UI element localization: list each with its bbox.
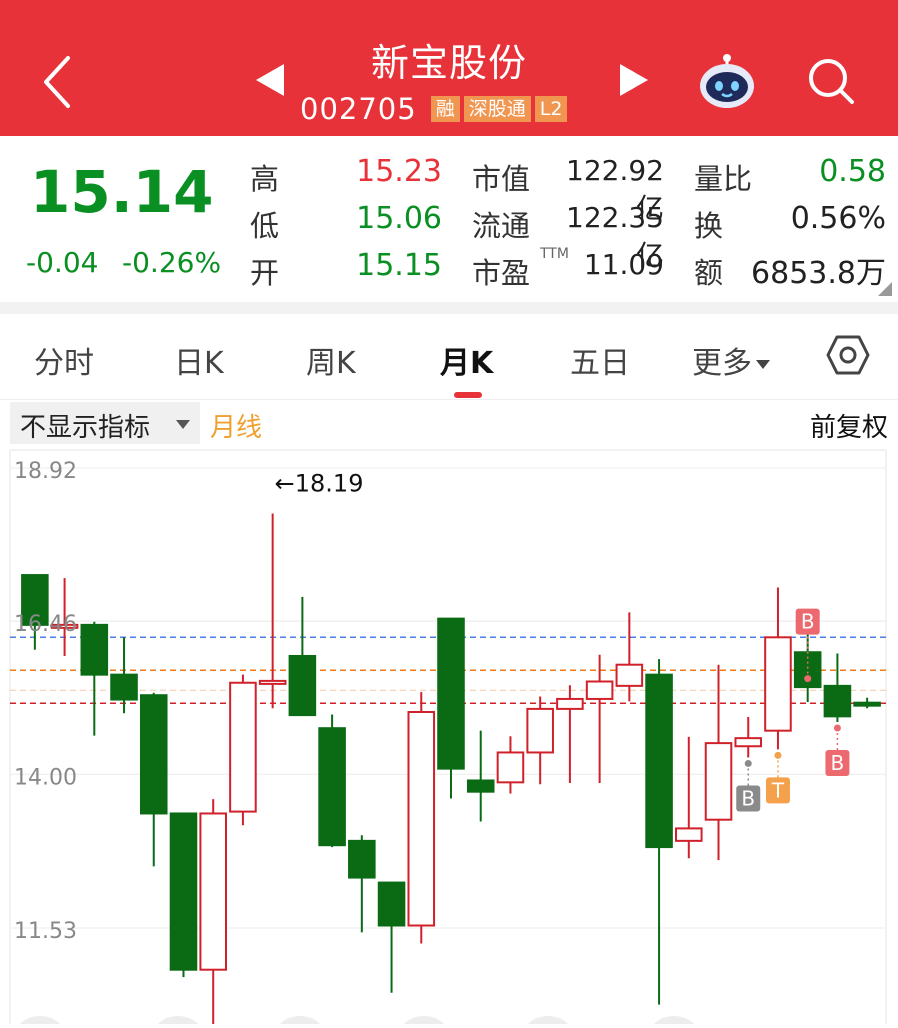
bottom-control-button (524, 1016, 572, 1028)
price-change: -0.04 (26, 246, 99, 279)
candle-body (823, 684, 852, 718)
signal-badge-label: B (741, 786, 755, 810)
candle-body (615, 663, 644, 687)
y-axis-tick-label: 18.92 (14, 459, 77, 484)
pe-value: 11.09 (583, 248, 664, 281)
max-price-label: ←18.19 (275, 469, 364, 497)
price-change-percent: -0.26% (122, 246, 222, 279)
candle-body (704, 742, 733, 821)
margin-tag: 融 (430, 96, 460, 122)
high-label: 高 (250, 162, 280, 196)
section-divider (0, 302, 898, 314)
indicator-select[interactable]: 不显示指标 (10, 402, 200, 444)
candle-body (466, 779, 495, 793)
stock-code: 002705 (300, 92, 417, 126)
search-icon[interactable] (806, 56, 856, 106)
y-axis-tick-label: 14.00 (14, 765, 77, 790)
bottom-control-button (400, 1016, 448, 1028)
candle-body (258, 679, 287, 685)
signal-dot (774, 751, 782, 759)
candle-body (139, 694, 168, 815)
bottom-control-button (16, 1016, 64, 1028)
tab-five-day[interactable]: 五日 (570, 338, 630, 382)
candle-body (526, 707, 554, 754)
tab-monthly-k[interactable]: 月K (440, 338, 493, 382)
stock-name: 新宝股份 (370, 41, 527, 85)
candle-body (348, 839, 376, 879)
app-header: 新宝股份 002705 融 深股通 L2 (0, 0, 898, 136)
candle-body (734, 737, 763, 748)
high-value: 15.23 (356, 154, 442, 189)
chart-toolbar: 不显示指标 月线 前复权 (0, 400, 898, 448)
kline-chart[interactable]: ←18.1918.9216.4614.0011.53B TBB (0, 448, 898, 1028)
stock-subline: 002705 融 深股通 L2 (300, 92, 568, 126)
prev-stock-arrow-icon[interactable] (256, 64, 284, 96)
tab-daily-k[interactable]: 日K (174, 338, 224, 382)
ttm-superscript: TTM (540, 246, 569, 262)
last-price: 15.14 (30, 158, 214, 226)
active-tab-indicator (454, 392, 482, 398)
kline-chart-area[interactable]: ←18.19 18.92 16.46 14.00 11.53 B T B B (0, 448, 898, 1028)
signal-badge-label: T (771, 778, 785, 802)
low-value: 15.06 (356, 201, 442, 236)
line-type-label[interactable]: 月线 (210, 407, 262, 444)
robot-assistant-icon[interactable] (698, 54, 756, 110)
tab-more[interactable]: 更多 (692, 338, 770, 382)
candle-body (437, 617, 465, 770)
turnover-label: 换 (694, 209, 724, 243)
float-cap-label: 流通 (472, 209, 531, 243)
amount-value: 6853.8万 (751, 256, 886, 291)
pe-label: 市盈 (472, 256, 531, 290)
indicator-select-label: 不显示指标 (20, 413, 151, 443)
next-stock-arrow-icon[interactable] (620, 64, 648, 96)
candle-body (556, 697, 584, 710)
amount-label: 额 (694, 256, 724, 290)
tab-more-label: 更多 (692, 346, 752, 381)
candle-body (318, 727, 346, 847)
caret-down-icon (176, 420, 190, 429)
quote-panel: 15.14 -0.04 -0.26% 高 15.23 低 15.06 开 15.… (0, 136, 898, 302)
connect-tag: 深股通 (463, 96, 531, 122)
price-adjust-option[interactable]: 前复权 (810, 407, 888, 444)
candle-body (377, 881, 406, 927)
bottom-control-button (650, 1016, 698, 1028)
expand-corner-icon[interactable] (878, 282, 892, 296)
tab-weekly-k[interactable]: 周K (306, 338, 356, 382)
signal-badge-label: B (831, 751, 845, 775)
candle-body (288, 654, 317, 717)
bottom-control-button (276, 1016, 324, 1028)
y-axis-tick-label: 11.53 (14, 919, 77, 944)
bottom-control-button (154, 1016, 202, 1028)
candle-body (853, 701, 881, 707)
tab-intraday[interactable]: 分时 (34, 338, 94, 382)
candle-body (585, 680, 614, 700)
period-tabs: 分时 日K 周K 月K 五日 更多 (0, 314, 898, 400)
candle-body (229, 681, 257, 813)
chevron-down-icon (756, 360, 770, 369)
candle-body (199, 812, 227, 971)
candle-body (764, 636, 792, 732)
candle-body (496, 751, 525, 784)
volume-ratio-value: 0.58 (819, 154, 886, 189)
candle-body (407, 711, 436, 927)
open-value: 15.15 (356, 248, 442, 283)
volume-ratio-label: 量比 (694, 162, 753, 196)
y-axis-tick-label: 16.46 (14, 612, 77, 637)
low-label: 低 (250, 209, 280, 243)
market-cap-label: 市值 (472, 162, 531, 196)
turnover-value: 0.56% (790, 201, 886, 236)
candle-body (110, 673, 138, 701)
open-label: 开 (250, 256, 280, 290)
settings-hexagon-icon[interactable] (826, 334, 870, 376)
signal-badge-label: B (801, 610, 815, 634)
candle-body (169, 812, 198, 971)
level2-tag: L2 (534, 96, 568, 122)
candle-body (645, 673, 673, 849)
candle-body (675, 827, 703, 842)
candle-body (80, 623, 109, 676)
